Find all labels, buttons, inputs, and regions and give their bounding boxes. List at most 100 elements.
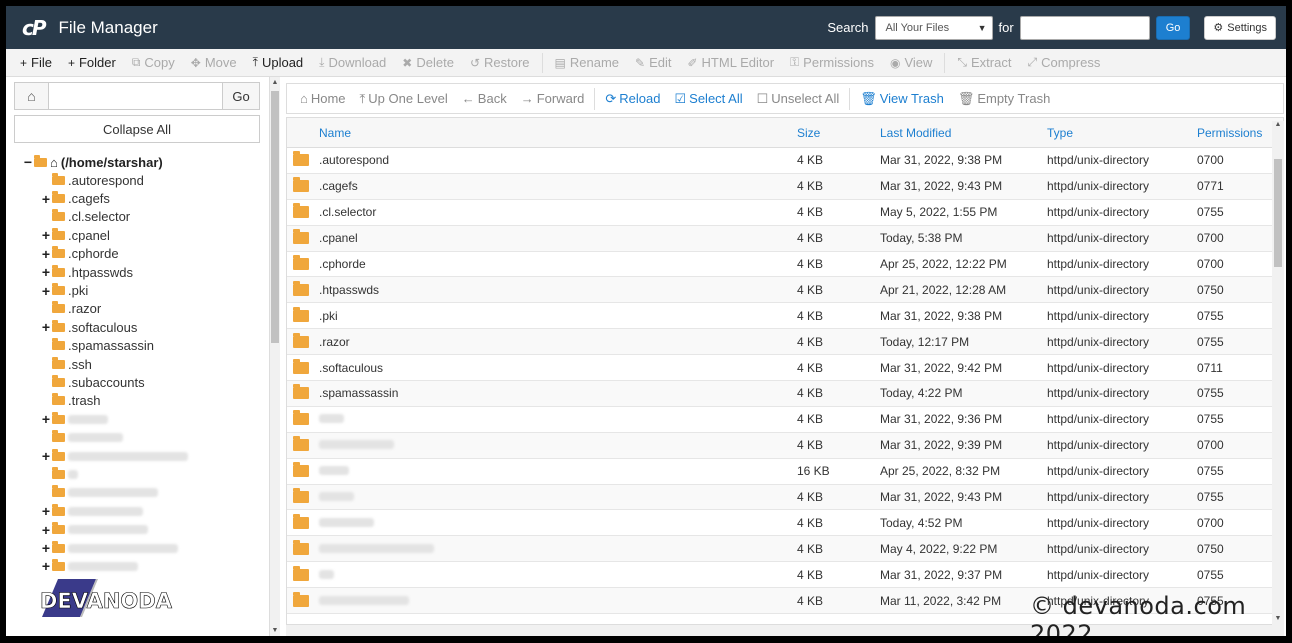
column-type[interactable]: Type (1047, 126, 1197, 140)
expand-icon[interactable]: + (40, 558, 52, 574)
column-size[interactable]: Size (797, 126, 880, 140)
toolbar-html-editor-button[interactable]: ✐ HTML Editor (679, 55, 782, 70)
cell-name[interactable] (319, 516, 797, 530)
toolbar-download-button[interactable]: ⤓ Download (311, 55, 394, 70)
toolbar-extract-button[interactable]: ⤡ Extract (949, 55, 1019, 70)
scroll-down-icon[interactable]: ▼ (270, 627, 280, 634)
cell-name[interactable] (319, 542, 797, 556)
nav-back-button[interactable]: ← Back (455, 91, 514, 106)
toolbar-edit-button[interactable]: ✎ Edit (627, 55, 679, 70)
toolbar-delete-button[interactable]: ✖ Delete (394, 55, 462, 70)
tree-item[interactable]: .razor (22, 300, 258, 318)
cell-name[interactable] (319, 438, 797, 452)
scroll-up-icon[interactable]: ▲ (1273, 121, 1283, 128)
file-list-scroll-thumb[interactable] (1274, 159, 1282, 267)
tree-item[interactable]: + .htpasswds (22, 263, 258, 281)
cell-name[interactable] (319, 568, 797, 582)
toolbar-view-button[interactable]: ◉ View (882, 55, 940, 70)
nav-forward-button[interactable]: → Forward (514, 91, 592, 106)
toolbar-copy-button[interactable]: ⧉ Copy (124, 55, 183, 70)
cell-name[interactable]: .autorespond (319, 153, 797, 167)
expand-icon[interactable]: + (40, 411, 52, 427)
tree-item[interactable]: .subaccounts (22, 373, 258, 391)
toolbar-compress-button[interactable]: ⤢ Compress (1019, 55, 1108, 70)
column-permissions[interactable]: Permissions (1197, 126, 1277, 140)
tree-item[interactable]: + .pki (22, 281, 258, 299)
table-row[interactable]: .spamassassin 4 KB Today, 4:22 PM httpd/uni… (287, 381, 1283, 407)
sidebar-scrollbar[interactable]: ▲ ▼ (269, 77, 280, 636)
tree-item[interactable]: + .cphorde (22, 245, 258, 263)
expand-icon[interactable]: + (40, 191, 52, 207)
tree-item[interactable]: .trash (22, 392, 258, 410)
search-input[interactable] (1019, 15, 1150, 40)
collapse-all-button[interactable]: Collapse All (14, 115, 260, 143)
nav-home-button[interactable]: ⌂ Home (293, 91, 353, 106)
expand-icon[interactable]: + (40, 319, 52, 335)
nav-empty-trash-button[interactable]: 🗑 Empty Trash (951, 91, 1057, 107)
cell-name[interactable]: .cphorde (319, 257, 797, 271)
cell-name[interactable] (319, 412, 797, 426)
cell-name[interactable] (319, 490, 797, 504)
toolbar-upload-button[interactable]: ⤒ Upload (245, 55, 312, 70)
nav-unselect-all-button[interactable]: ☐ Unselect All (750, 91, 847, 107)
table-row[interactable]: .cphorde 4 KB Apr 25, 2022, 12:22 PM httpd/… (287, 252, 1283, 278)
column-name[interactable]: Name (319, 126, 797, 140)
tree-item[interactable]: + .cagefs (22, 189, 258, 207)
table-row[interactable]: 16 KB Apr 25, 2022, 8:32 PM httpd/unix-dir… (287, 459, 1283, 485)
toolbar-move-button[interactable]: ✥ Move (183, 55, 245, 70)
scroll-up-icon[interactable]: ▲ (270, 79, 280, 86)
search-go-button[interactable]: Go (1155, 15, 1191, 40)
table-row[interactable]: .cagefs 4 KB Mar 31, 2022, 9:43 PM httpd/un… (287, 173, 1283, 200)
cell-name[interactable]: .cpanel (319, 231, 797, 245)
table-row[interactable]: 4 KB May 4, 2022, 9:22 PM httpd/unix-direc… (287, 536, 1283, 563)
toolbar-folder-button[interactable]: + Folder (60, 55, 124, 70)
settings-button[interactable]: ⚙ Settings (1204, 15, 1276, 40)
tree-item[interactable]: .autorespond (22, 171, 258, 189)
tree-item[interactable]: .cl.selector (22, 208, 258, 226)
cell-name[interactable]: .softaculous (319, 361, 797, 375)
tree-item[interactable] (22, 465, 258, 483)
tree-item[interactable]: .spamassassin (22, 337, 258, 355)
expand-icon[interactable]: + (40, 246, 52, 262)
cell-name[interactable]: .cagefs (319, 179, 797, 193)
table-row[interactable]: 4 KB Mar 31, 2022, 9:37 PM httpd/unix-dire… (287, 562, 1283, 589)
table-row[interactable]: .razor 4 KB Today, 12:17 PM httpd/unix-dire… (287, 329, 1283, 356)
table-row[interactable]: .autorespond 4 KB Mar 31, 2022, 9:38 PM htt… (287, 148, 1283, 174)
cell-name[interactable]: .htpasswds (319, 283, 797, 297)
expand-icon[interactable]: + (40, 540, 52, 556)
tree-item[interactable] (22, 428, 258, 446)
nav-select-all-button[interactable]: ☑ Select All (668, 91, 750, 107)
toolbar-permissions-button[interactable]: ⚿ Permissions (782, 55, 882, 70)
tree-item[interactable]: + .softaculous (22, 318, 258, 336)
nav-reload-button[interactable]: ⟳ Reload (598, 91, 667, 107)
table-row[interactable]: 4 KB Mar 31, 2022, 9:36 PM httpd/unix-dire… (287, 407, 1283, 433)
expand-icon[interactable]: + (40, 522, 52, 538)
tree-root[interactable]: − ⌂ (/home/starshar) (22, 153, 258, 171)
search-scope-select[interactable]: All Your Files ▼ (874, 15, 993, 40)
tree-item[interactable]: + (22, 557, 258, 575)
table-row[interactable]: 4 KB Today, 4:52 PM httpd/unix-directory 07… (287, 510, 1283, 537)
table-row[interactable]: .softaculous 4 KB Mar 31, 2022, 9:42 PM htt… (287, 355, 1283, 382)
expand-icon[interactable]: + (40, 448, 52, 464)
file-list-scrollbar[interactable]: ▲ ▼ (1272, 121, 1284, 636)
collapse-icon[interactable]: − (22, 154, 34, 170)
cell-name[interactable] (319, 594, 797, 608)
toolbar-rename-button[interactable]: ▤ Rename (547, 55, 627, 70)
expand-icon[interactable]: + (40, 264, 52, 280)
toolbar-restore-button[interactable]: ↺ Restore (462, 55, 538, 70)
toolbar-file-button[interactable]: + File (12, 55, 60, 70)
tree-item[interactable]: + (22, 520, 258, 538)
cell-name[interactable]: .pki (319, 309, 797, 323)
path-input[interactable] (49, 83, 223, 109)
tree-item[interactable]: + (22, 410, 258, 428)
expand-icon[interactable]: + (40, 227, 52, 243)
table-row[interactable]: .htpasswds 4 KB Apr 21, 2022, 12:28 AM http… (287, 277, 1283, 304)
table-row[interactable]: .cpanel 4 KB Today, 5:38 PM httpd/unix-dire… (287, 225, 1283, 252)
tree-item[interactable]: + (22, 447, 258, 465)
nav-up-one-level-button[interactable]: ⤒ Up One Level (353, 91, 455, 107)
tree-item[interactable]: .ssh (22, 355, 258, 373)
tree-item[interactable] (22, 484, 258, 502)
expand-icon[interactable]: + (40, 283, 52, 299)
cell-name[interactable]: .spamassassin (319, 386, 797, 400)
path-go-button[interactable]: Go (223, 83, 259, 109)
